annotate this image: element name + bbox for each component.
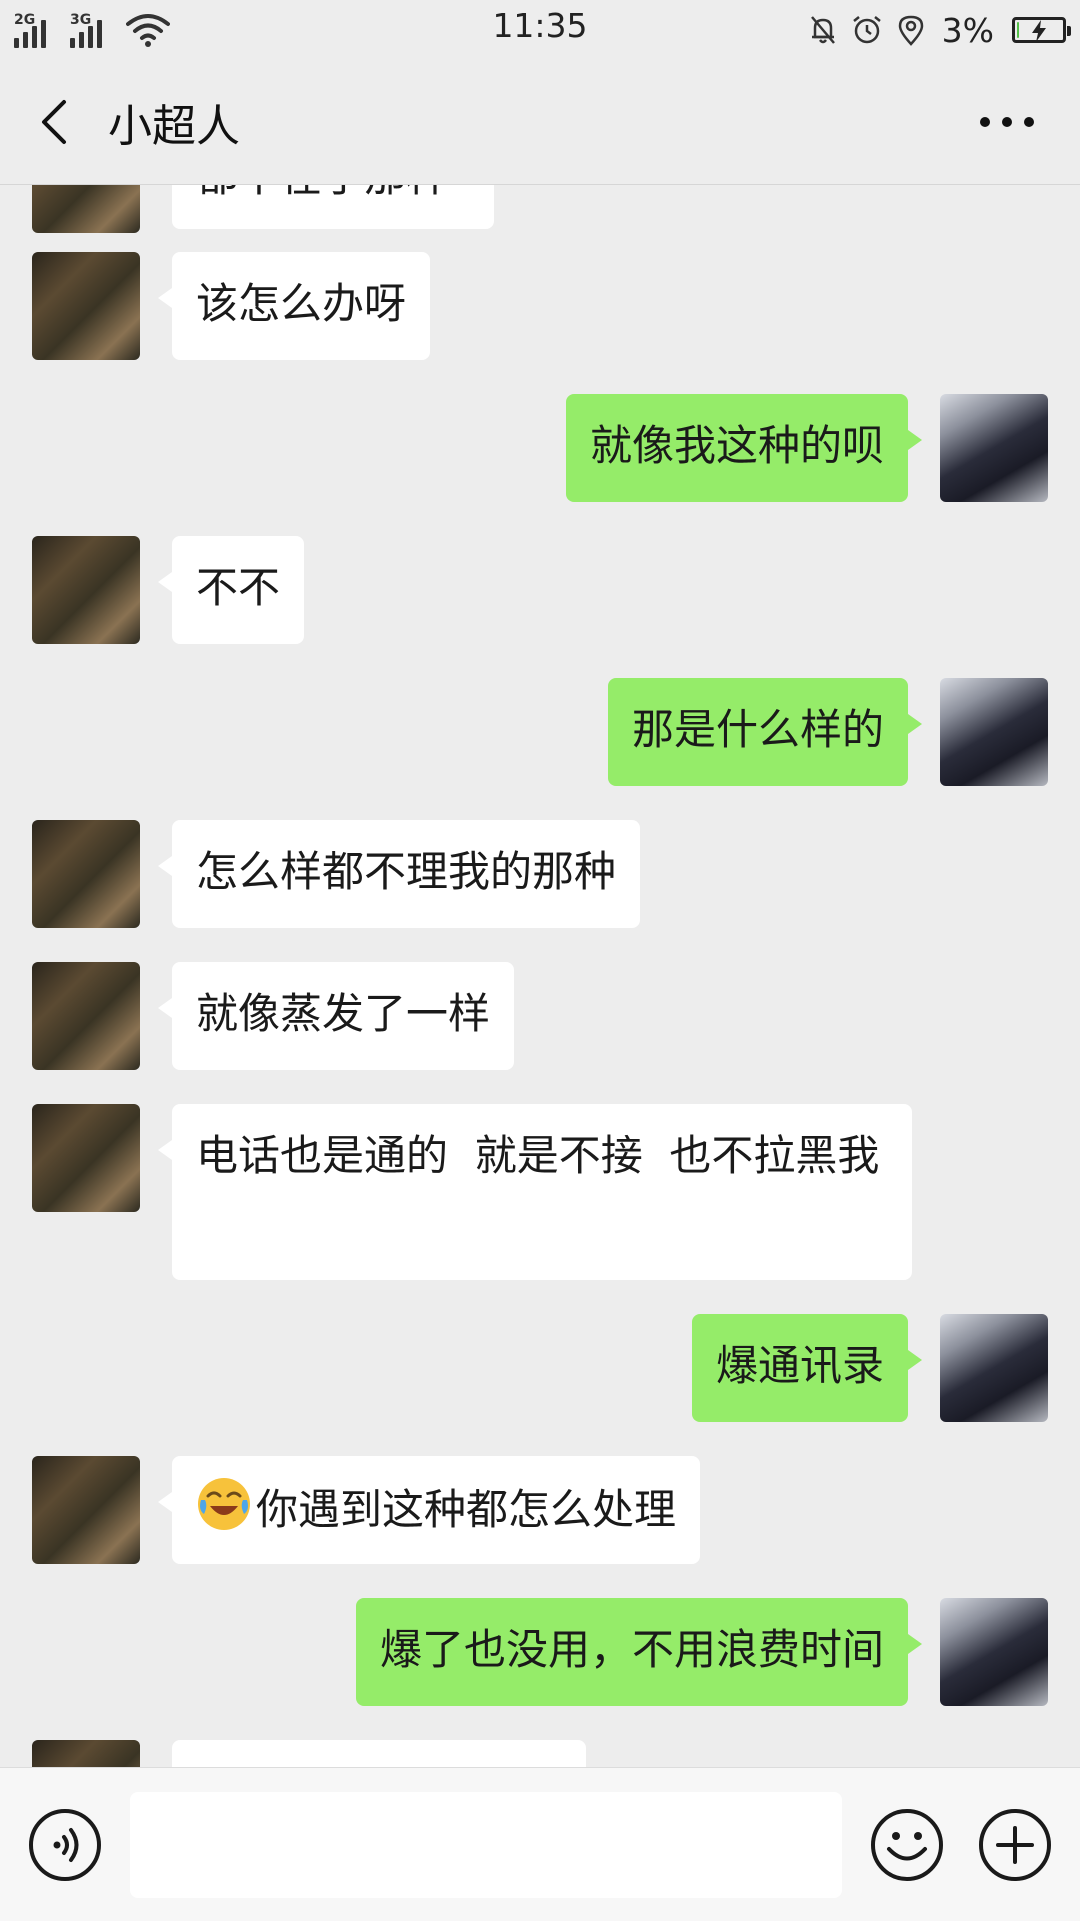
friend-avatar[interactable] [32,820,140,928]
sent-message-bubble[interactable]: 那是什么样的 [607,678,923,786]
received-message-bubble[interactable]: 该怎么办呀 [157,252,431,360]
friend-avatar[interactable] [32,252,140,360]
message-list[interactable]: 都不在乎那种 该怎么办呀 就像我这种的呗 不不 那是什么样的 怎么样都不理我的那… [0,185,1080,1767]
sent-message-bubble[interactable]: 爆通讯录 [691,1314,923,1422]
crying-laughing-emoji-icon [198,1478,250,1530]
received-message-bubble[interactable]: 怎么样都不理我的那种 [157,820,641,928]
message-input[interactable] [130,1792,842,1898]
input-bar [0,1767,1080,1921]
my-avatar[interactable] [940,678,1048,786]
chat-header: 小超人 [0,60,1080,185]
chat-title: 小超人 [108,101,240,152]
friend-avatar[interactable] [32,1104,140,1212]
received-message-bubble[interactable]: 不不 [157,536,305,644]
received-message-bubble[interactable] [172,1740,586,1767]
friend-avatar[interactable] [32,536,140,644]
my-avatar[interactable] [940,1598,1048,1706]
received-message-bubble[interactable]: 都不在乎那种 [172,185,494,229]
voice-button[interactable] [28,1808,102,1882]
friend-avatar[interactable] [32,185,140,233]
battery-charging-icon [1012,17,1071,43]
received-message-bubble[interactable]: 你遇到这种都怎么处理 [157,1456,701,1564]
friend-avatar[interactable] [32,1456,140,1564]
friend-avatar[interactable] [32,962,140,1070]
location-icon [898,15,923,46]
mute-bell-icon [810,16,835,44]
emoji-button[interactable] [870,1808,944,1882]
more-options-button[interactable] [972,104,1042,140]
message-text: 你遇到这种都怎么处理 [256,1485,677,1534]
received-message-bubble[interactable]: 就像蒸发了一样 [157,962,515,1070]
received-message-bubble[interactable]: 电话也是通的 就是不接 也不拉黑我 [158,1104,912,1280]
friend-avatar[interactable] [32,1740,140,1767]
plus-button[interactable] [978,1808,1052,1882]
back-button[interactable] [28,92,84,152]
status-bar: 2G 3G 11:35 3% [0,0,1080,60]
my-avatar[interactable] [940,394,1048,502]
my-avatar[interactable] [940,1314,1048,1422]
status-right: 3% [806,10,1071,50]
alarm-icon [852,16,881,44]
battery-percent: 3% [941,10,994,50]
sent-message-bubble[interactable]: 爆了也没用，不用浪费时间 [355,1598,923,1706]
sent-message-bubble[interactable]: 就像我这种的呗 [565,394,923,502]
